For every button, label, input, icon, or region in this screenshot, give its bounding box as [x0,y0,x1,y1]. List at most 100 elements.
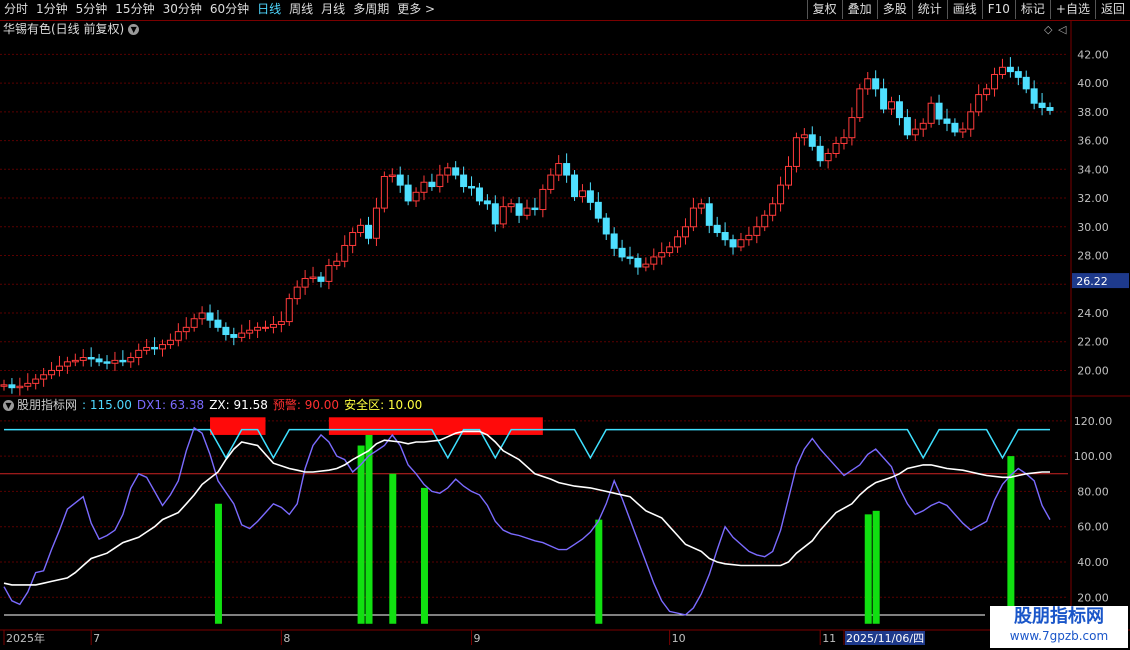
red-zone-block [328,417,543,435]
candle-body [967,111,975,130]
candle-body [872,78,880,90]
watermark-url: www.7gpzb.com [1009,629,1109,643]
candle-body [547,174,555,190]
indicator-tick-label: 60.00 [1077,521,1109,534]
candle-body [24,382,32,387]
candle-body [531,207,539,211]
candle-body [412,191,420,202]
candle-body [983,88,991,96]
candle-body [618,247,626,258]
candle-body [95,358,103,363]
candle-body [927,102,935,124]
candle-body [563,163,571,176]
candle-body [198,312,206,320]
candle-body [230,334,238,338]
red-zone-block [210,417,266,435]
candle-body [539,188,547,211]
candle-body [1046,107,1054,111]
price-tick-label: 28.00 [1077,250,1109,263]
candle-body [832,142,840,155]
candle-body [753,226,761,236]
green-signal-bar [214,503,222,624]
candle-body [571,174,579,198]
candle-body [174,331,182,341]
candle-body [555,163,563,176]
candle-body [317,276,325,282]
candle-body [32,378,40,384]
candle-body [951,122,959,133]
candle-body [1014,71,1022,78]
price-tick-label: 22.00 [1077,336,1109,349]
candle-body [325,265,333,282]
price-tick-label: 32.00 [1077,192,1109,205]
candle-body [769,203,777,216]
candle-body [182,326,190,333]
candle-body [404,184,412,202]
price-tick-label: 34.00 [1077,163,1109,176]
candle-body [238,332,246,338]
candle-body [475,187,483,202]
diamond-icon[interactable]: ◇ [1044,23,1053,36]
candle-body [848,117,856,139]
indicator-tick-label: 120.00 [1074,415,1113,428]
candle-body [785,165,792,186]
price-tick-label: 42.00 [1077,48,1109,61]
candle-body [959,128,967,133]
candle-body [55,365,63,371]
candle-body [48,369,56,376]
candle-body [444,167,452,176]
indicator-tick-label: 20.00 [1077,591,1109,604]
candle-body [103,361,111,364]
candle-body [452,167,460,176]
price-tick-label: 20.00 [1077,364,1109,377]
date-label: 7 [93,632,100,645]
candle-body [119,359,127,363]
candle-body [626,256,634,259]
candle-body [697,203,705,209]
candle-body [777,184,785,205]
candle-body [151,346,159,350]
candle-body [658,252,666,258]
candle-body [998,66,1006,75]
candle-body [919,122,927,130]
current-price-label: 26.22 [1076,275,1108,288]
date-label: 2025年 [6,631,45,645]
candle-body [689,207,697,228]
candle-body [674,236,682,248]
chart-canvas[interactable]: 42.00 40.00 38.00 36.00 34.00 32.00 30.00 28.00… [0,0,1130,650]
price-tick-label: 30.00 [1077,221,1109,234]
candle-body [127,357,135,363]
candle-body [0,384,8,387]
candle-body [16,385,24,389]
candle-body [79,357,87,361]
candle-body [610,233,618,249]
candle-body [301,277,309,288]
candle-body [40,374,48,380]
watermark-brand: 股朋指标网 [1014,606,1104,627]
candle-body [792,137,800,167]
candle-body [420,181,428,193]
price-tick-label: 38.00 [1077,106,1109,119]
candle-body [214,319,222,328]
candle-body [895,101,903,119]
candle-body [262,326,269,329]
candle-body [372,207,380,239]
date-label: 8 [283,632,290,645]
candle-body [468,186,476,189]
candle-body [705,203,713,226]
candle-body [143,346,151,351]
candle-body [681,226,689,238]
candle-body [586,190,594,203]
candle-body [642,263,650,268]
price-tick-label: 36.00 [1077,135,1109,148]
candle-body [246,329,254,334]
indicator-tick-label: 80.00 [1077,485,1109,498]
candle-body [222,326,230,336]
candle-body [737,239,745,248]
green-signal-bar [872,510,880,624]
collapse-icon[interactable]: ◁ [1058,23,1067,36]
green-signal-bar [864,514,872,624]
candle-body [975,94,983,113]
candle-body [523,207,531,216]
candle-body [357,224,365,234]
